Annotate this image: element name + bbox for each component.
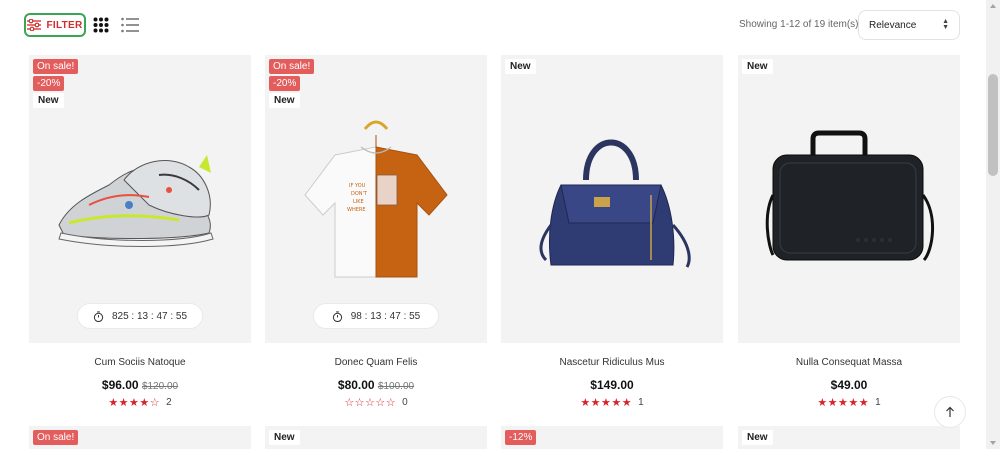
rating-row: ★★★★☆ 2: [29, 396, 251, 409]
product-price: $96.00: [101, 378, 139, 392]
svg-text:DON'T: DON'T: [351, 191, 368, 197]
review-count: 1: [875, 397, 881, 408]
filter-button[interactable]: FILTER: [24, 13, 86, 37]
new-badge: New: [505, 59, 536, 74]
scroll-down-arrow[interactable]: [990, 441, 996, 445]
star-rating-icon: ★★★★★: [580, 397, 633, 409]
results-count: Showing 1-12 of 19 item(s): [739, 19, 859, 30]
product-card[interactable]: On sale! -20% New 825 : 13 : 47 : 55 Cum…: [29, 55, 251, 409]
on-sale-badge: On sale!: [33, 430, 79, 445]
product-image[interactable]: New: [501, 55, 723, 343]
review-count: 2: [166, 397, 172, 408]
rating-row: ☆☆☆☆☆ 0: [265, 396, 487, 409]
discount-badge: -20%: [33, 76, 65, 91]
old-price: $120.00: [141, 381, 179, 392]
star-rating-icon: ★★★★☆: [108, 397, 161, 409]
star-rating-icon: ★★★★★: [817, 397, 870, 409]
rating-row: ★★★★★ 1: [738, 396, 960, 409]
stopwatch-icon: [93, 310, 104, 322]
product-name[interactable]: Donec Quam Felis: [265, 357, 487, 369]
product-price: $49.00: [830, 378, 868, 392]
sort-selected-value: Relevance: [869, 19, 917, 31]
svg-text:IF YOU: IF YOU: [349, 183, 366, 189]
product-card[interactable]: New Nulla Consequat Massa $49.00 ★★★★★ 1: [738, 55, 960, 409]
product-name[interactable]: Cum Sociis Natoque: [29, 357, 251, 369]
review-count: 0: [402, 397, 408, 408]
product-card[interactable]: On sale!: [29, 426, 251, 449]
grid-dots-icon[interactable]: [93, 17, 109, 33]
sort-select[interactable]: Relevance ▲ ▼: [858, 10, 960, 40]
price-row: $96.00 $120.00: [29, 378, 251, 392]
new-badge: New: [742, 430, 773, 445]
price-row: $80.00 $100.00: [265, 378, 487, 392]
laptop-bag-image: [765, 130, 935, 262]
price-row: $149.00: [501, 378, 723, 392]
scrollbar-track[interactable]: [986, 0, 1000, 449]
arrow-up-icon: [946, 406, 954, 417]
product-image[interactable]: IF YOU DON'T LIKE WHERE On sale! -20% Ne…: [265, 55, 487, 343]
new-badge: New: [742, 59, 773, 74]
price-row: $49.00: [738, 378, 960, 392]
new-badge: New: [33, 93, 64, 108]
discount-badge: -12%: [505, 430, 537, 445]
product-card[interactable]: New: [738, 426, 960, 449]
product-price: $80.00: [337, 378, 375, 392]
star-rating-icon: ☆☆☆☆☆: [344, 397, 397, 409]
old-price: $100.00: [377, 381, 415, 392]
product-card[interactable]: -12%: [501, 426, 723, 449]
on-sale-badge: On sale!: [269, 59, 315, 74]
product-image[interactable]: New: [738, 55, 960, 343]
filter-label: FILTER: [46, 19, 83, 31]
review-count: 1: [638, 397, 644, 408]
new-badge: New: [269, 93, 300, 108]
scroll-up-arrow[interactable]: [990, 4, 996, 8]
product-card[interactable]: New: [265, 426, 487, 449]
countdown-value: 98 : 13 : 47 : 55: [350, 310, 421, 322]
rating-row: ★★★★★ 1: [501, 396, 723, 409]
sliders-icon: [27, 19, 42, 31]
svg-text:WHERE: WHERE: [347, 207, 366, 213]
svg-text:LIKE: LIKE: [353, 199, 364, 205]
discount-badge: -20%: [269, 76, 301, 91]
countdown-timer: 825 : 13 : 47 : 55: [77, 303, 203, 329]
back-to-top-button[interactable]: [934, 396, 966, 428]
countdown-value: 825 : 13 : 47 : 55: [111, 310, 188, 322]
product-name[interactable]: Nulla Consequat Massa: [738, 357, 960, 369]
product-image[interactable]: On sale! -20% New 825 : 13 : 47 : 55: [29, 55, 251, 343]
product-card[interactable]: New Nascetur Ridiculus Mus $149.00 ★★★★★…: [501, 55, 723, 409]
new-badge: New: [269, 430, 300, 445]
product-name[interactable]: Nascetur Ridiculus Mus: [501, 357, 723, 369]
on-sale-badge: On sale!: [33, 59, 79, 74]
product-card[interactable]: IF YOU DON'T LIKE WHERE On sale! -20% Ne…: [265, 55, 487, 409]
scrollbar-thumb[interactable]: [988, 74, 998, 176]
stopwatch-icon: [332, 310, 342, 322]
product-price: $149.00: [590, 378, 634, 392]
list-icon[interactable]: [121, 17, 139, 33]
countdown-timer: 98 : 13 : 47 : 55: [313, 303, 439, 329]
handbag-image: [539, 139, 691, 268]
select-arrows-icon: ▲ ▼: [942, 18, 949, 31]
